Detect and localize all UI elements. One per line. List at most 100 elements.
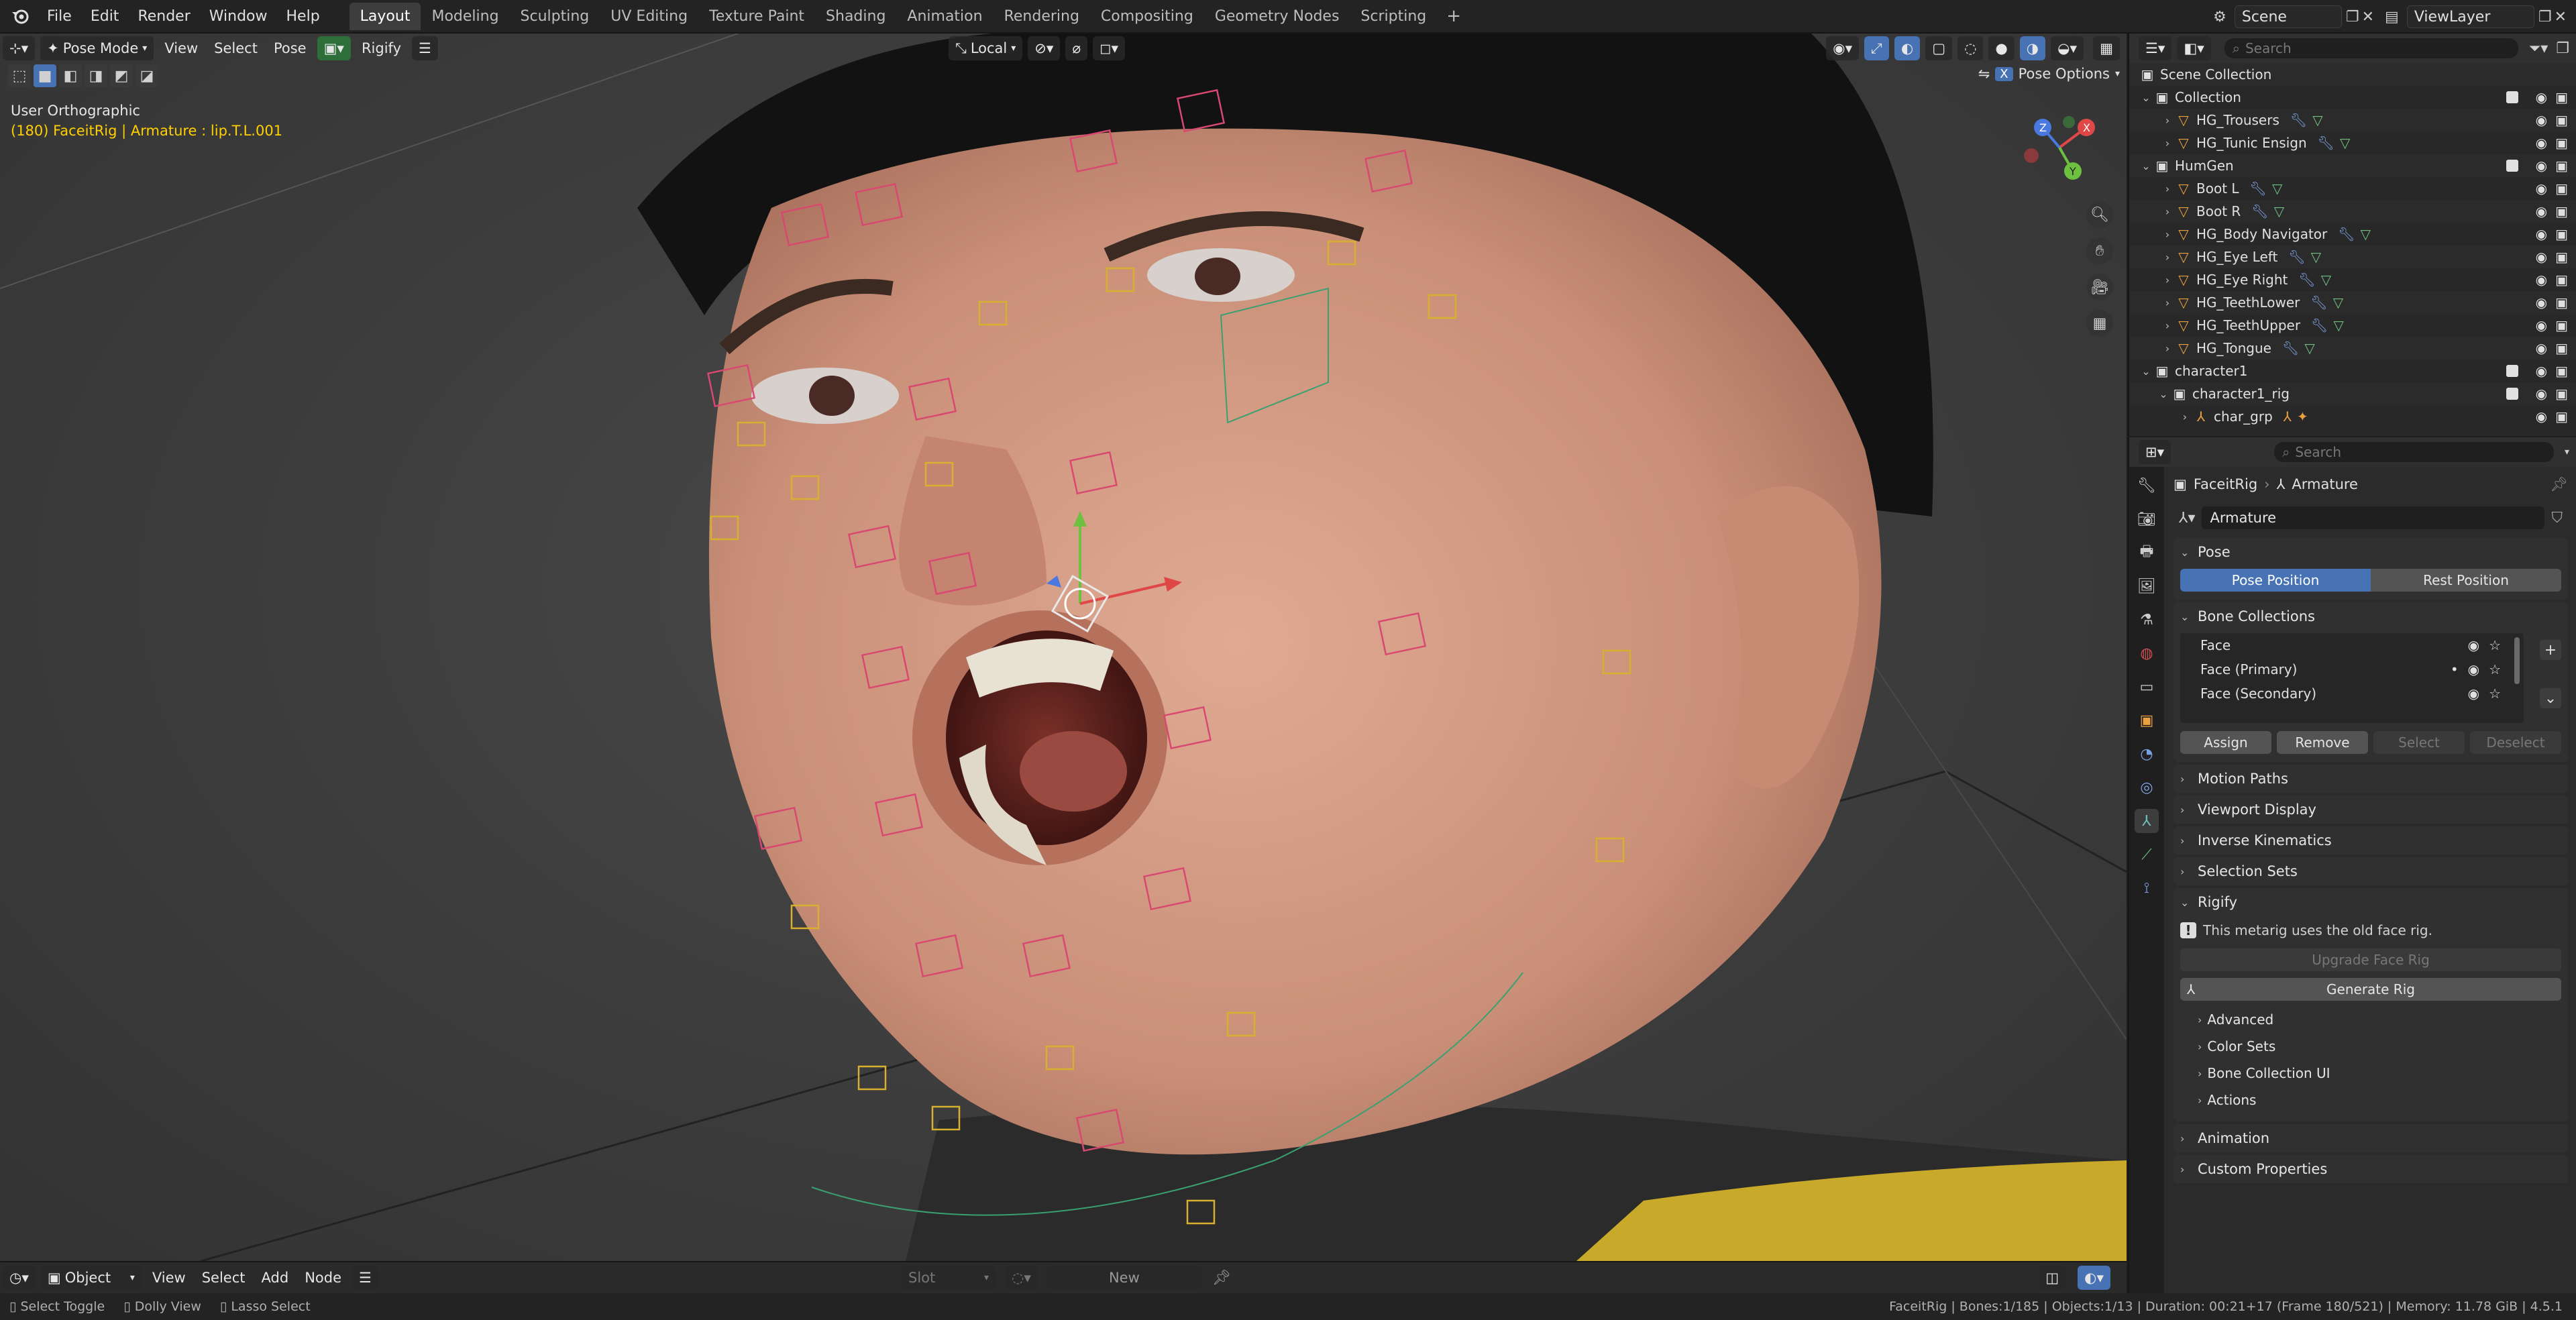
advanced-subpanel[interactable]: › Advanced [2180,1006,2561,1033]
rest-position-button[interactable]: Rest Position [2371,569,2561,592]
eye-icon[interactable]: ◉ [2536,135,2547,151]
bottom-menu-add[interactable]: Add [254,1270,297,1286]
pan-hand-icon[interactable]: ✋︎ [2086,237,2113,264]
chevron-right-icon[interactable]: › [2160,182,2175,195]
camera-icon[interactable]: ▣ [2555,317,2568,333]
menu-view[interactable]: View [156,40,206,56]
tab-animation[interactable]: Animation [896,3,993,30]
gizmo-neg-x-icon[interactable] [2024,148,2039,163]
chevron-right-icon[interactable]: › [2178,410,2192,423]
pin-icon[interactable]: 📌︎ [2550,476,2568,493]
eye-icon[interactable]: ◉ [2536,89,2547,105]
chevron-down-icon[interactable]: ⌄ [2139,160,2153,172]
camera-icon[interactable]: ▣ [2555,340,2568,356]
tab-layout[interactable]: Layout [349,2,421,30]
animation-panel[interactable]: › Animation [2174,1124,2568,1152]
camera-icon[interactable]: ▣ [2555,180,2568,197]
menu-edit[interactable]: Edit [81,8,129,25]
chevron-right-icon[interactable]: › [2160,251,2175,264]
camera-icon[interactable]: ▣ [2555,363,2568,379]
shading-wireframe[interactable]: ◌ [1957,36,1984,60]
blender-logo-icon[interactable] [7,3,34,30]
fake-user-shield-icon[interactable]: ⛉ [2551,510,2563,527]
outliner-row-object[interactable]: › ▽ HG_Eye Left 🔧︎ ▽ ◉ ▣ [2129,245,2576,268]
custom-properties-panel[interactable]: › Custom Properties [2174,1155,2568,1183]
bone-collection-item[interactable]: Face (Secondary) ◉ ☆ [2180,681,2524,706]
mirror-x-toggle[interactable]: X [1995,66,2013,81]
menu-help[interactable]: Help [277,8,329,25]
object-tab-icon[interactable]: ▣ [2135,708,2159,732]
camera-icon[interactable]: ▣ [2555,112,2568,128]
camera-icon[interactable]: ▣ [2555,135,2568,151]
pin-icon[interactable]: 📌︎ [1212,1270,1231,1286]
menu-pose[interactable]: Pose [266,40,315,56]
select-invert-mode[interactable]: ◩ [110,64,133,87]
color-sets-subpanel[interactable]: › Color Sets [2180,1033,2561,1060]
eye-icon[interactable]: ◉ [2536,363,2547,379]
select-box-tool[interactable]: ⬚ [8,64,31,87]
bone-tab-icon[interactable]: ⟋ [2135,842,2159,867]
editor-type-button[interactable]: ⊹▾ [3,36,36,60]
bottom-toggle-b[interactable]: ◐▾ [2078,1266,2110,1290]
tab-rendering[interactable]: Rendering [994,3,1090,30]
outliner-row-object[interactable]: › ▽ HG_Eye Right 🔧︎ ▽ ◉ ▣ [2129,268,2576,291]
add-workspace-icon[interactable]: + [1437,6,1470,26]
motion-paths-panel[interactable]: › Motion Paths [2174,765,2568,793]
armature-data-icon[interactable]: ⅄▾ [2179,510,2195,527]
overlay-toggle[interactable]: ◐ [1894,36,1921,60]
tab-compositing[interactable]: Compositing [1090,3,1204,30]
proportional-edit-toggle[interactable]: ◻▾ [1093,36,1126,60]
new-scene-icon[interactable]: ❐ [2346,9,2359,25]
select-extend-mode[interactable]: ◧ [59,64,82,87]
outliner-row-collection[interactable]: ⌄ ▣ Collection ◉ ▣ [2129,86,2576,109]
remove-button[interactable]: Remove [2277,731,2368,754]
camera-icon[interactable]: ▣ [2555,89,2568,105]
exclude-checkbox[interactable] [2506,365,2518,377]
select-intersect-mode[interactable]: ◪ [136,64,158,87]
new-collection-icon[interactable]: ❐ [2556,40,2569,57]
outliner-editor-type[interactable]: ☰▾ [2139,36,2172,60]
chevron-down-icon[interactable]: ⌄ [2156,388,2171,400]
outliner-row-collection[interactable]: ⌄ ▣ character1 ◉ ▣ [2129,360,2576,382]
viewport-display-panel[interactable]: › Viewport Display [2174,795,2568,824]
camera-icon[interactable]: ▣ [2555,158,2568,174]
bottom-editor-type[interactable]: ◷▾ [3,1266,36,1290]
snap-toggle[interactable]: ⌀ [1065,36,1088,60]
rigify-panel-header[interactable]: ⌄ Rigify [2174,888,2568,916]
shading-material[interactable]: ◑ [2019,36,2046,60]
menu-file[interactable]: File [38,8,81,25]
eye-icon[interactable]: ◉ [2536,386,2547,402]
chevron-right-icon[interactable]: › [2160,205,2175,218]
shading-solid[interactable]: ● [1988,36,2015,60]
actions-subpanel[interactable]: › Actions [2180,1087,2561,1113]
bone-collection-item[interactable]: Face (Primary) • ◉ ☆ [2180,657,2524,681]
outliner-row-collection[interactable]: ⌄ ▣ character1_rig ◉ ▣ [2129,382,2576,405]
eye-icon[interactable]: ◉ [2536,203,2547,219]
armature-data-tab-icon[interactable]: ⅄ [2135,809,2159,833]
slot-selector[interactable]: Slot ▾ [902,1266,996,1290]
eye-icon[interactable]: ◉ [2536,158,2547,174]
tool-tab-icon[interactable]: 🔧︎ [2135,474,2159,498]
view-layer-tab-icon[interactable]: 🖼︎ [2135,574,2159,598]
menu-window[interactable]: Window [200,8,277,25]
tab-texture-paint[interactable]: Texture Paint [698,3,815,30]
outliner-row-scene-collection[interactable]: ▣ Scene Collection [2129,63,2576,86]
render-tab-icon[interactable]: 📷︎ [2135,507,2159,531]
outliner-row-armature[interactable]: › ⅄ char_grp ⅄ ✦ ◉ ▣ [2129,405,2576,428]
menu-select[interactable]: Select [206,40,266,56]
gizmo-neg-y-icon[interactable] [2063,116,2075,128]
tab-modeling[interactable]: Modeling [421,3,509,30]
star-icon[interactable]: ☆ [2489,661,2501,677]
bottom-hamburger-button[interactable]: ☰ [352,1266,378,1290]
star-icon[interactable]: ☆ [2489,685,2501,702]
eye-icon[interactable]: ◉ [2536,226,2547,242]
collection-tab-icon[interactable]: ▭ [2135,675,2159,699]
chevron-down-icon[interactable]: ▾ [2565,447,2569,457]
menu-render[interactable]: Render [128,8,199,25]
exclude-checkbox[interactable] [2506,91,2518,103]
collection-specials-icon[interactable]: ⌄ [2540,688,2561,708]
eye-icon[interactable]: ◉ [2468,661,2479,677]
tab-sculpting[interactable]: Sculpting [510,3,600,30]
tab-geometry-nodes[interactable]: Geometry Nodes [1204,3,1350,30]
eye-icon[interactable]: ◉ [2536,272,2547,288]
